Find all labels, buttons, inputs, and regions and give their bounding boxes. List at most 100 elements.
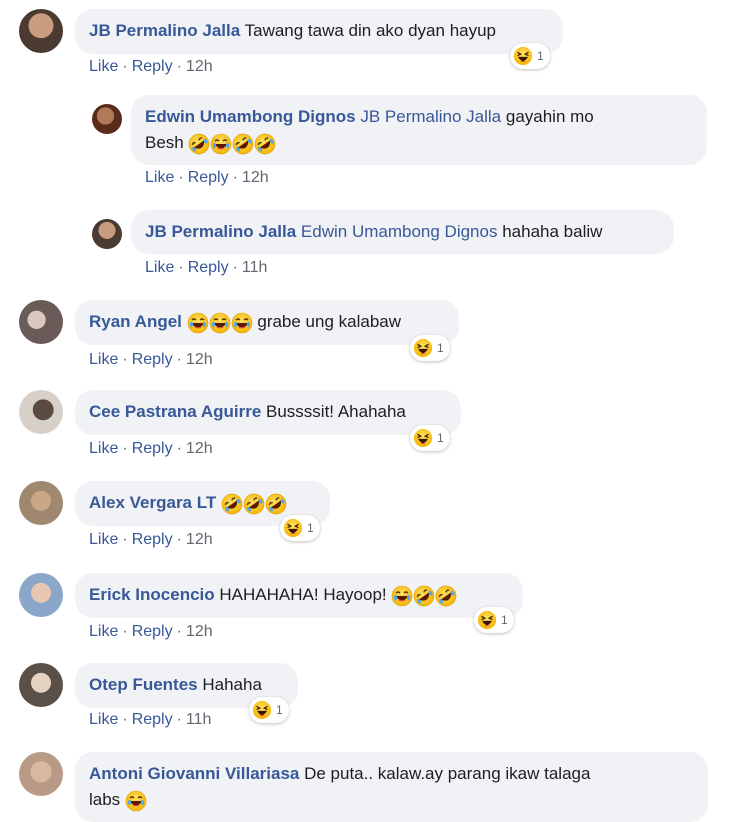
avatar[interactable] [92, 104, 122, 134]
comment-bubble: JB Permalino Jalla Tawang tawa din ako d… [75, 9, 563, 54]
comment-text: Tawang tawa din ako dyan hayup [244, 21, 497, 40]
commenter-name[interactable]: Cee Pastrana Aguirre [89, 402, 261, 421]
separator: · [178, 169, 184, 186]
comment-text: Bussssit! Ahahaha [266, 402, 406, 421]
separator: · [176, 351, 182, 368]
avatar[interactable] [19, 752, 63, 796]
separator: · [176, 531, 182, 548]
avatar[interactable] [19, 390, 63, 434]
laughing-face-icon [231, 312, 253, 334]
laughing-face-icon [187, 312, 209, 334]
reaction-badge[interactable]: 1 [280, 515, 320, 541]
comment-actions: Like · Reply · 12h [145, 169, 269, 187]
comment-text: grabe ung kalabaw [257, 312, 402, 331]
commenter-name[interactable]: Edwin Umambong Dignos [145, 107, 356, 126]
comment-bubble: Cee Pastrana Aguirre Bussssit! Ahahaha [75, 390, 461, 435]
comment-text: De puta.. kalaw.ay parang ikaw talaga [304, 764, 591, 783]
timestamp[interactable]: 11h [242, 259, 268, 276]
avatar[interactable] [19, 663, 63, 707]
separator: · [176, 440, 182, 457]
rolling-on-floor-laughing-icon [232, 133, 254, 155]
reaction-badge[interactable]: 1 [510, 43, 550, 69]
rolling-on-floor-laughing-icon [243, 493, 265, 515]
like-link[interactable]: Like [89, 351, 118, 368]
comment-text: gayahin mo [505, 107, 594, 126]
reaction-count: 1 [307, 521, 314, 535]
separator: · [122, 531, 128, 548]
separator: · [178, 259, 184, 276]
haha-reaction-icon [413, 428, 433, 448]
rolling-on-floor-laughing-icon [254, 133, 276, 155]
reply-link[interactable]: Reply [132, 58, 173, 75]
reaction-count: 1 [537, 49, 544, 63]
timestamp[interactable]: 12h [186, 440, 213, 457]
comment-actions: Like · Reply · 12h [89, 623, 213, 641]
commenter-name[interactable]: JB Permalino Jalla [89, 21, 240, 40]
reply-link[interactable]: Reply [132, 531, 173, 548]
comment-bubble: Ryan Angel grabe ung kalabaw [75, 300, 459, 345]
haha-reaction-icon [252, 700, 272, 720]
commenter-name[interactable]: Ryan Angel [89, 312, 182, 331]
like-link[interactable]: Like [89, 531, 118, 548]
reaction-badge[interactable]: 1 [410, 425, 450, 451]
comment-text: labs [89, 790, 121, 809]
avatar[interactable] [92, 219, 122, 249]
like-link[interactable]: Like [89, 440, 118, 457]
comment-bubble: Edwin Umambong Dignos JB Permalino Jalla… [131, 95, 707, 165]
rolling-on-floor-laughing-icon [188, 133, 210, 155]
haha-reaction-icon [513, 46, 533, 66]
timestamp[interactable]: 11h [186, 711, 212, 728]
timestamp[interactable]: 12h [186, 623, 213, 640]
reaction-badge[interactable]: 1 [249, 697, 289, 723]
mention-link[interactable]: Edwin Umambong Dignos [301, 222, 498, 241]
separator: · [176, 623, 182, 640]
reaction-count: 1 [437, 431, 444, 445]
avatar[interactable] [19, 9, 63, 53]
comment-actions: Like · Reply · 11h [145, 259, 267, 277]
separator: · [122, 58, 128, 75]
comment-text: hahaha baliw [502, 222, 603, 241]
comment-text: Besh [145, 133, 184, 152]
like-link[interactable]: Like [89, 623, 118, 640]
separator: · [232, 259, 238, 276]
reaction-count: 1 [437, 341, 444, 355]
reaction-badge[interactable]: 1 [474, 607, 514, 633]
reaction-badge[interactable]: 1 [410, 335, 450, 361]
reply-link[interactable]: Reply [188, 259, 229, 276]
haha-reaction-icon [283, 518, 303, 538]
like-link[interactable]: Like [89, 58, 118, 75]
timestamp[interactable]: 12h [242, 169, 269, 186]
comment-actions: Like · Reply · 12h [89, 531, 213, 549]
reply-link[interactable]: Reply [188, 169, 229, 186]
like-link[interactable]: Like [145, 259, 174, 276]
comment-text: Hahaha [202, 675, 262, 694]
rolling-on-floor-laughing-icon [221, 493, 243, 515]
separator: · [122, 440, 128, 457]
timestamp[interactable]: 12h [186, 531, 213, 548]
reply-link[interactable]: Reply [132, 440, 173, 457]
avatar[interactable] [19, 573, 63, 617]
comment-actions: Like · Reply · 12h [89, 58, 213, 76]
commenter-name[interactable]: Erick Inocencio [89, 585, 215, 604]
like-link[interactable]: Like [89, 711, 118, 728]
reply-link[interactable]: Reply [132, 623, 173, 640]
avatar[interactable] [19, 300, 63, 344]
separator: · [176, 711, 182, 728]
commenter-name[interactable]: Alex Vergara LT [89, 493, 216, 512]
commenter-name[interactable]: Otep Fuentes [89, 675, 198, 694]
mention-link[interactable]: JB Permalino Jalla [360, 107, 501, 126]
commenter-name[interactable]: Antoni Giovanni Villariasa [89, 764, 299, 783]
reply-link[interactable]: Reply [132, 711, 173, 728]
timestamp[interactable]: 12h [186, 58, 213, 75]
separator: · [122, 351, 128, 368]
reply-link[interactable]: Reply [132, 351, 173, 368]
laughing-face-icon [391, 585, 413, 607]
timestamp[interactable]: 12h [186, 351, 213, 368]
like-link[interactable]: Like [145, 169, 174, 186]
laughing-face-icon [209, 312, 231, 334]
commenter-name[interactable]: JB Permalino Jalla [145, 222, 296, 241]
separator: · [176, 58, 182, 75]
haha-reaction-icon [413, 338, 433, 358]
laughing-face-icon [210, 133, 232, 155]
avatar[interactable] [19, 481, 63, 525]
